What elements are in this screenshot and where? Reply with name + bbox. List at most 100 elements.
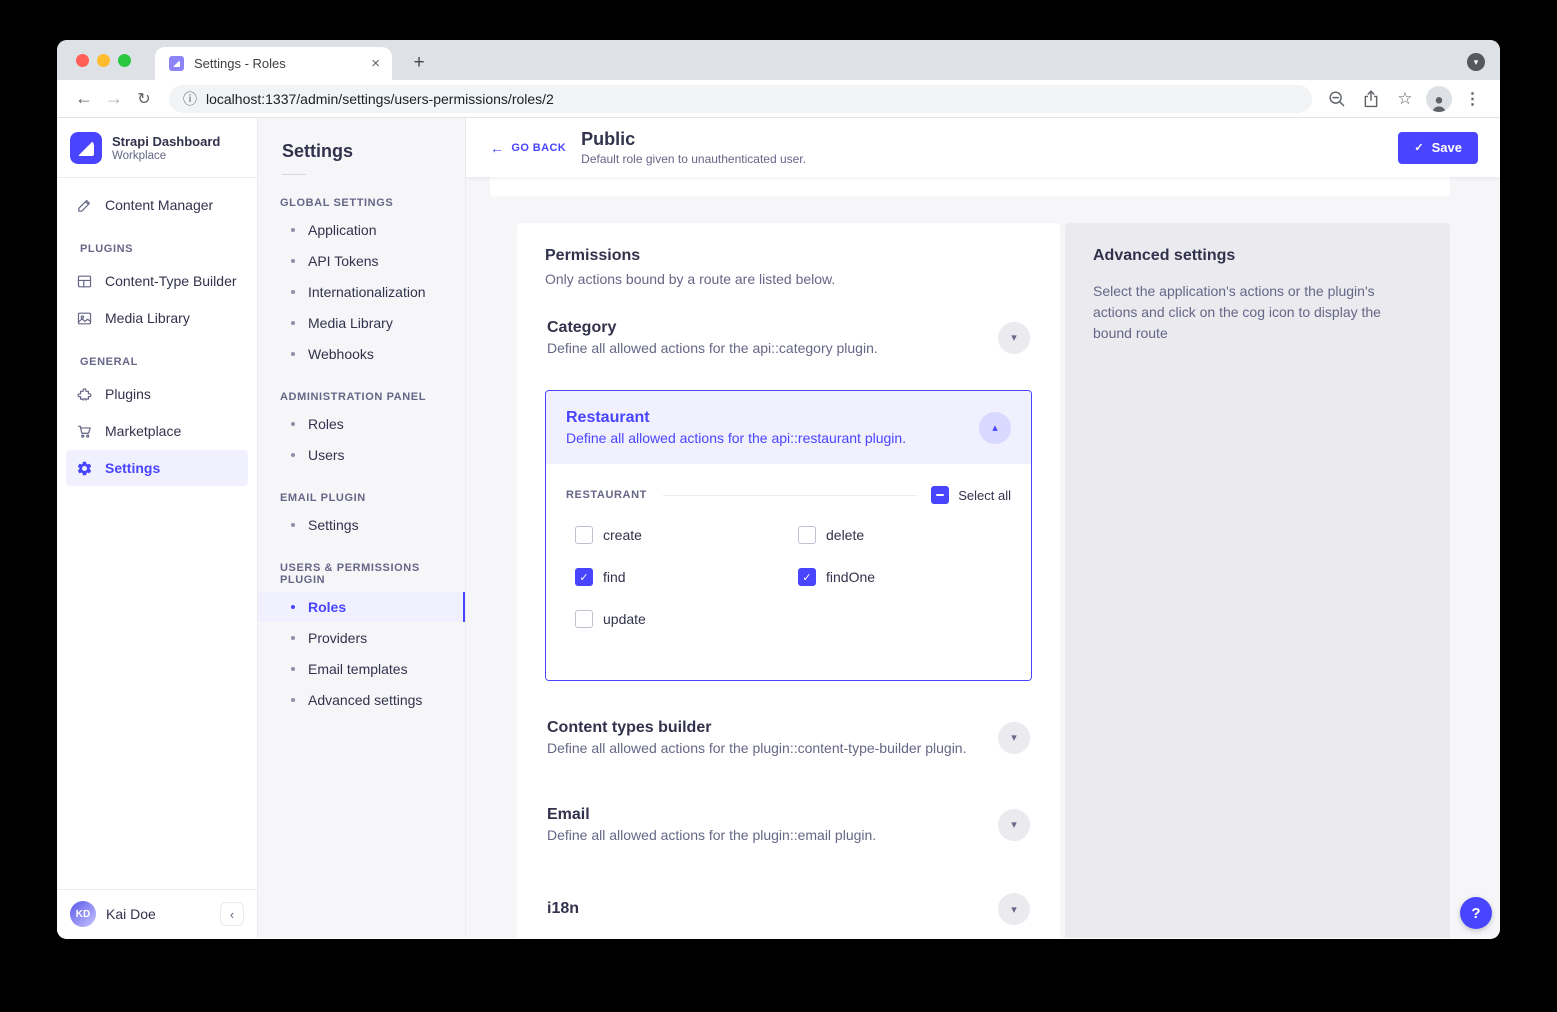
help-button[interactable]: ?: [1460, 897, 1492, 929]
create-checkbox[interactable]: [575, 526, 593, 544]
subnav-item-providers[interactable]: Providers: [258, 623, 465, 653]
address-bar[interactable]: ⓘ localhost:1337/admin/settings/users-pe…: [169, 85, 1312, 113]
subnav-item-application[interactable]: Application: [258, 215, 465, 245]
bookmark-star-icon[interactable]: ☆: [1390, 84, 1420, 114]
subnav-item-admin-users[interactable]: Users: [258, 440, 465, 470]
main-sidebar: Strapi Dashboard Workplace Content Manag…: [57, 118, 258, 938]
accordion-i18n[interactable]: i18n ▾: [545, 893, 1032, 925]
delete-checkbox[interactable]: [798, 526, 816, 544]
page-header: ← GO BACK Public Default role given to u…: [466, 118, 1500, 177]
close-tab-icon[interactable]: ×: [369, 55, 382, 72]
update-checkbox[interactable]: [575, 610, 593, 628]
sidebar-item-label: Plugins: [105, 386, 151, 402]
subnav-item-api-tokens[interactable]: API Tokens: [258, 246, 465, 276]
permission-find[interactable]: ✓ find: [575, 568, 798, 586]
maximize-window-button[interactable]: [118, 54, 131, 67]
sidebar-item-plugins[interactable]: Plugins: [66, 376, 248, 412]
sidebar-item-content-manager[interactable]: Content Manager: [66, 187, 248, 223]
advanced-settings-title: Advanced settings: [1093, 247, 1422, 265]
sidebar-section-plugins: PLUGINS: [80, 243, 257, 255]
chevron-up-icon[interactable]: ▴: [979, 412, 1011, 444]
sidebar-item-settings[interactable]: Settings: [66, 450, 248, 486]
subnav-item-email-templates[interactable]: Email templates: [258, 654, 465, 684]
check-icon: ✓: [1414, 141, 1423, 154]
chevron-down-icon[interactable]: ▾: [998, 893, 1030, 925]
close-window-button[interactable]: [76, 54, 89, 67]
share-icon[interactable]: [1356, 84, 1386, 114]
back-arrow-icon: ←: [490, 140, 504, 156]
accordion-restaurant-body: RESTAURANT Select all: [546, 464, 1031, 680]
accordion-email[interactable]: Email Define all allowed actions for the…: [545, 806, 1032, 843]
accordion-title: i18n: [547, 900, 579, 918]
url-text[interactable]: localhost:1337/admin/settings/users-perm…: [206, 91, 554, 107]
checkbox-label[interactable]: findOne: [826, 569, 875, 585]
sidebar-item-marketplace[interactable]: Marketplace: [66, 413, 248, 449]
sidebar-nav: Content Manager PLUGINS Content-Type Bui…: [57, 178, 257, 889]
select-all-checkbox[interactable]: [931, 486, 949, 504]
accordion-restaurant-header[interactable]: Restaurant Define all allowed actions fo…: [546, 391, 1031, 464]
bullet-icon: [291, 523, 295, 527]
go-back-label: GO BACK: [511, 142, 566, 154]
zoom-icon[interactable]: [1322, 84, 1352, 114]
reload-icon[interactable]: ↻: [129, 89, 159, 109]
bullet-icon: [291, 422, 295, 426]
permission-delete[interactable]: delete: [798, 526, 1011, 544]
subnav-item-admin-roles[interactable]: Roles: [258, 409, 465, 439]
go-back-link[interactable]: ← GO BACK: [490, 140, 566, 156]
save-button[interactable]: ✓ Save: [1398, 132, 1478, 164]
settings-subnav-title: Settings: [282, 141, 465, 162]
layout-icon: [76, 273, 93, 290]
checkbox-label[interactable]: create: [603, 527, 642, 543]
checkbox-label[interactable]: find: [603, 569, 626, 585]
chevron-down-icon[interactable]: ▾: [998, 722, 1030, 754]
user-avatar[interactable]: KD: [70, 901, 96, 927]
select-all-control[interactable]: Select all: [931, 486, 1011, 504]
accordion-category[interactable]: Category Define all allowed actions for …: [545, 319, 1032, 356]
chevron-down-icon[interactable]: ▾: [998, 809, 1030, 841]
subnav-item-media-library[interactable]: Media Library: [258, 308, 465, 338]
permission-update[interactable]: update: [575, 610, 798, 628]
accordion-content-types-builder[interactable]: Content types builder Define all allowed…: [545, 719, 1032, 756]
tab-strip: Settings - Roles × + ▾: [57, 40, 1500, 80]
permission-create[interactable]: create: [575, 526, 798, 544]
profile-avatar[interactable]: [1424, 84, 1454, 114]
bullet-icon: [291, 259, 295, 263]
sidebar-item-media-library[interactable]: Media Library: [66, 300, 248, 336]
collapse-sidebar-button[interactable]: ‹: [220, 902, 244, 926]
chevron-down-icon[interactable]: ▾: [998, 322, 1030, 354]
site-info-icon[interactable]: ⓘ: [183, 89, 197, 109]
new-tab-button[interactable]: +: [405, 49, 433, 77]
minimize-window-button[interactable]: [97, 54, 110, 67]
brand[interactable]: Strapi Dashboard Workplace: [57, 118, 257, 177]
browser-tab[interactable]: Settings - Roles ×: [155, 47, 392, 80]
brand-name: Strapi Dashboard: [112, 134, 220, 149]
sidebar-item-content-type-builder[interactable]: Content-Type Builder: [66, 263, 248, 299]
tab-search-button[interactable]: ▾: [1467, 53, 1485, 71]
puzzle-icon: [76, 386, 93, 403]
pencil-icon: [76, 197, 93, 214]
permission-checkbox-grid: create delete ✓ find: [566, 526, 1011, 628]
bullet-icon: [291, 228, 295, 232]
checkbox-label[interactable]: delete: [826, 527, 864, 543]
checkbox-label[interactable]: update: [603, 611, 646, 627]
check-icon: ✓: [802, 571, 811, 584]
content-scroll-area: Permissions Only actions bound by a rout…: [466, 177, 1500, 938]
permissions-accordion-list: Category Define all allowed actions for …: [545, 319, 1032, 925]
subnav-item-internationalization[interactable]: Internationalization: [258, 277, 465, 307]
subnav-item-advanced-settings[interactable]: Advanced settings: [258, 685, 465, 715]
permission-findone[interactable]: ✓ findOne: [798, 568, 1011, 586]
subnav-item-webhooks[interactable]: Webhooks: [258, 339, 465, 369]
divider: [663, 495, 917, 496]
toolbar-actions: ☆ ⋮: [1322, 84, 1488, 114]
subnav-item-email-settings[interactable]: Settings: [258, 510, 465, 540]
subnav-item-up-roles[interactable]: Roles: [258, 592, 465, 622]
cart-icon: [76, 423, 93, 440]
sidebar-item-label: Media Library: [105, 310, 190, 326]
back-icon[interactable]: ←: [69, 88, 99, 109]
accordion-description: Define all allowed actions for the plugi…: [547, 827, 876, 843]
findone-checkbox[interactable]: ✓: [798, 568, 816, 586]
browser-menu-icon[interactable]: ⋮: [1458, 84, 1488, 114]
find-checkbox[interactable]: ✓: [575, 568, 593, 586]
forward-icon: →: [99, 88, 129, 109]
bullet-icon: [291, 453, 295, 457]
